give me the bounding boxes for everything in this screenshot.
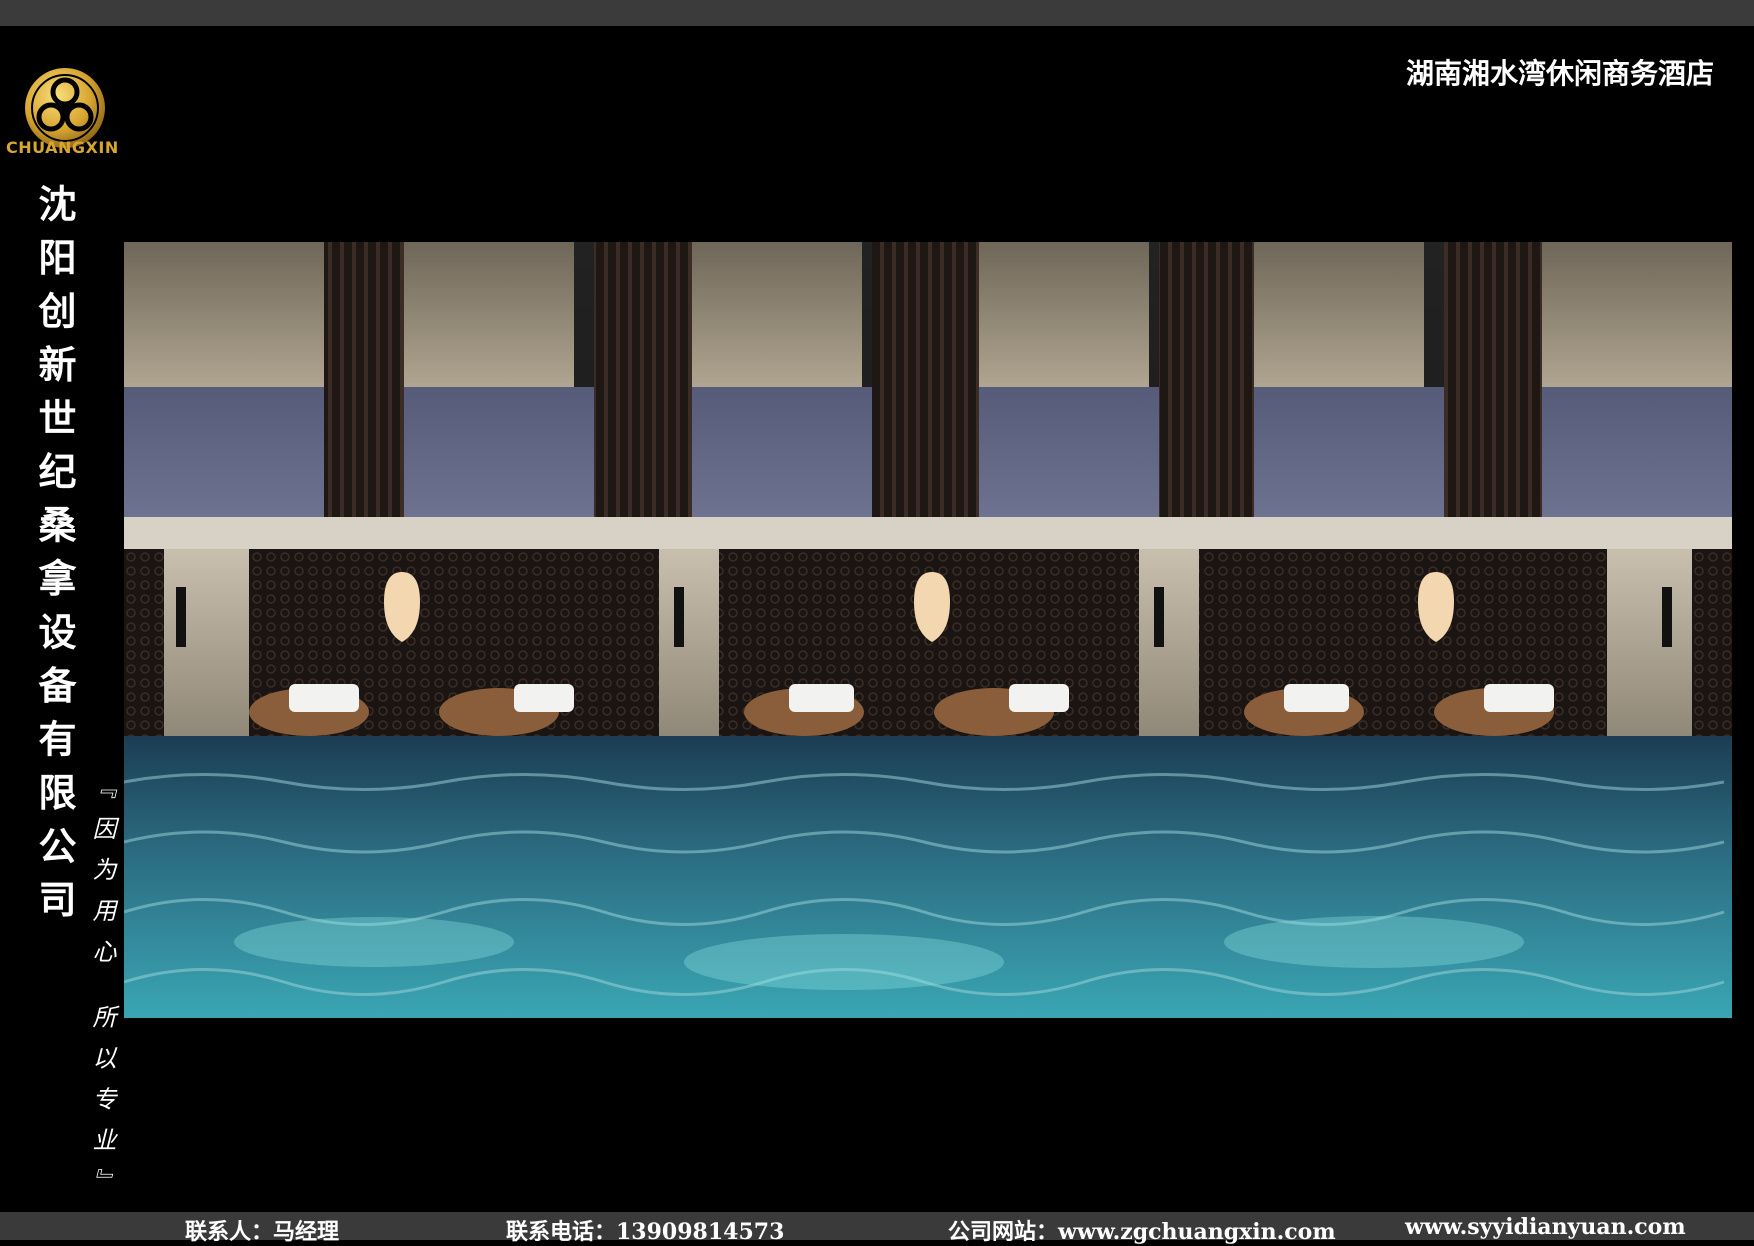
footer-website-1: 公司网站：www.zgchuangxin.com bbox=[948, 1219, 1336, 1245]
footer-phone: 联系电话：13909814573 bbox=[506, 1219, 785, 1245]
logo-text: CHUANGXIN bbox=[6, 138, 119, 157]
top-bar bbox=[0, 0, 1754, 26]
company-name: 沈阳创新世纪桑拿设备有限公司 bbox=[32, 183, 76, 933]
hotel-title: 湖南湘水湾休闲商务酒店 bbox=[1405, 57, 1714, 90]
slogan: 『因为用心 所以专业』 bbox=[88, 775, 116, 1210]
footer-contact: 联系人：马经理 bbox=[185, 1219, 340, 1245]
footer-website-2: www.syyidianyuan.com bbox=[1405, 1214, 1686, 1240]
pool-rendering-image bbox=[124, 242, 1732, 1018]
